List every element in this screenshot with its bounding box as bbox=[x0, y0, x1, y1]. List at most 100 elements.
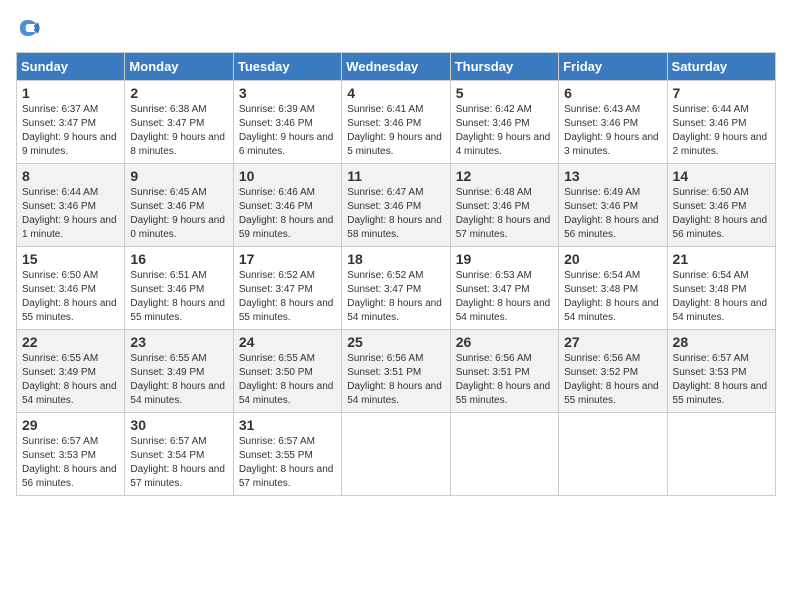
day-number: 3 bbox=[239, 85, 336, 101]
day-info: Sunrise: 6:52 AM Sunset: 3:47 PM Dayligh… bbox=[239, 269, 336, 325]
calendar-cell: 10 Sunrise: 6:46 AM Sunset: 3:46 PM Dayl… bbox=[233, 164, 341, 247]
day-info: Sunrise: 6:43 AM Sunset: 3:46 PM Dayligh… bbox=[564, 103, 661, 159]
day-number: 25 bbox=[347, 334, 444, 350]
page-header bbox=[16, 16, 776, 40]
day-info: Sunrise: 6:48 AM Sunset: 3:46 PM Dayligh… bbox=[456, 186, 553, 242]
calendar-cell: 13 Sunrise: 6:49 AM Sunset: 3:46 PM Dayl… bbox=[559, 164, 667, 247]
calendar-cell: 18 Sunrise: 6:52 AM Sunset: 3:47 PM Dayl… bbox=[342, 247, 450, 330]
calendar-cell: 11 Sunrise: 6:47 AM Sunset: 3:46 PM Dayl… bbox=[342, 164, 450, 247]
weekday-header-monday: Monday bbox=[125, 53, 233, 81]
calendar-cell: 16 Sunrise: 6:51 AM Sunset: 3:46 PM Dayl… bbox=[125, 247, 233, 330]
calendar-cell: 7 Sunrise: 6:44 AM Sunset: 3:46 PM Dayli… bbox=[667, 81, 775, 164]
day-number: 12 bbox=[456, 168, 553, 184]
day-info: Sunrise: 6:37 AM Sunset: 3:47 PM Dayligh… bbox=[22, 103, 119, 159]
day-number: 30 bbox=[130, 417, 227, 433]
calendar-cell bbox=[559, 413, 667, 496]
day-info: Sunrise: 6:57 AM Sunset: 3:54 PM Dayligh… bbox=[130, 435, 227, 491]
calendar-cell: 28 Sunrise: 6:57 AM Sunset: 3:53 PM Dayl… bbox=[667, 330, 775, 413]
day-info: Sunrise: 6:47 AM Sunset: 3:46 PM Dayligh… bbox=[347, 186, 444, 242]
calendar-cell bbox=[342, 413, 450, 496]
weekday-header-thursday: Thursday bbox=[450, 53, 558, 81]
calendar-cell: 5 Sunrise: 6:42 AM Sunset: 3:46 PM Dayli… bbox=[450, 81, 558, 164]
calendar-week-row: 1 Sunrise: 6:37 AM Sunset: 3:47 PM Dayli… bbox=[17, 81, 776, 164]
day-info: Sunrise: 6:56 AM Sunset: 3:51 PM Dayligh… bbox=[456, 352, 553, 408]
day-info: Sunrise: 6:44 AM Sunset: 3:46 PM Dayligh… bbox=[673, 103, 770, 159]
calendar-cell: 29 Sunrise: 6:57 AM Sunset: 3:53 PM Dayl… bbox=[17, 413, 125, 496]
day-info: Sunrise: 6:46 AM Sunset: 3:46 PM Dayligh… bbox=[239, 186, 336, 242]
day-info: Sunrise: 6:55 AM Sunset: 3:50 PM Dayligh… bbox=[239, 352, 336, 408]
calendar-cell bbox=[667, 413, 775, 496]
calendar-week-row: 22 Sunrise: 6:55 AM Sunset: 3:49 PM Dayl… bbox=[17, 330, 776, 413]
day-number: 13 bbox=[564, 168, 661, 184]
day-number: 1 bbox=[22, 85, 119, 101]
calendar-cell: 23 Sunrise: 6:55 AM Sunset: 3:49 PM Dayl… bbox=[125, 330, 233, 413]
calendar-table: SundayMondayTuesdayWednesdayThursdayFrid… bbox=[16, 52, 776, 496]
calendar-cell: 25 Sunrise: 6:56 AM Sunset: 3:51 PM Dayl… bbox=[342, 330, 450, 413]
day-number: 4 bbox=[347, 85, 444, 101]
day-number: 2 bbox=[130, 85, 227, 101]
day-number: 21 bbox=[673, 251, 770, 267]
weekday-header-friday: Friday bbox=[559, 53, 667, 81]
calendar-cell: 17 Sunrise: 6:52 AM Sunset: 3:47 PM Dayl… bbox=[233, 247, 341, 330]
calendar-cell: 6 Sunrise: 6:43 AM Sunset: 3:46 PM Dayli… bbox=[559, 81, 667, 164]
day-info: Sunrise: 6:56 AM Sunset: 3:51 PM Dayligh… bbox=[347, 352, 444, 408]
calendar-cell: 26 Sunrise: 6:56 AM Sunset: 3:51 PM Dayl… bbox=[450, 330, 558, 413]
day-number: 24 bbox=[239, 334, 336, 350]
day-number: 17 bbox=[239, 251, 336, 267]
calendar-cell: 4 Sunrise: 6:41 AM Sunset: 3:46 PM Dayli… bbox=[342, 81, 450, 164]
day-info: Sunrise: 6:55 AM Sunset: 3:49 PM Dayligh… bbox=[22, 352, 119, 408]
weekday-header-saturday: Saturday bbox=[667, 53, 775, 81]
day-number: 16 bbox=[130, 251, 227, 267]
day-info: Sunrise: 6:39 AM Sunset: 3:46 PM Dayligh… bbox=[239, 103, 336, 159]
calendar-week-row: 15 Sunrise: 6:50 AM Sunset: 3:46 PM Dayl… bbox=[17, 247, 776, 330]
day-info: Sunrise: 6:56 AM Sunset: 3:52 PM Dayligh… bbox=[564, 352, 661, 408]
day-number: 9 bbox=[130, 168, 227, 184]
day-info: Sunrise: 6:51 AM Sunset: 3:46 PM Dayligh… bbox=[130, 269, 227, 325]
day-info: Sunrise: 6:42 AM Sunset: 3:46 PM Dayligh… bbox=[456, 103, 553, 159]
calendar-cell: 20 Sunrise: 6:54 AM Sunset: 3:48 PM Dayl… bbox=[559, 247, 667, 330]
calendar-cell: 12 Sunrise: 6:48 AM Sunset: 3:46 PM Dayl… bbox=[450, 164, 558, 247]
weekday-header-sunday: Sunday bbox=[17, 53, 125, 81]
weekday-header-wednesday: Wednesday bbox=[342, 53, 450, 81]
calendar-cell: 3 Sunrise: 6:39 AM Sunset: 3:46 PM Dayli… bbox=[233, 81, 341, 164]
logo-icon bbox=[16, 16, 40, 40]
day-number: 6 bbox=[564, 85, 661, 101]
calendar-cell: 22 Sunrise: 6:55 AM Sunset: 3:49 PM Dayl… bbox=[17, 330, 125, 413]
day-number: 5 bbox=[456, 85, 553, 101]
day-info: Sunrise: 6:54 AM Sunset: 3:48 PM Dayligh… bbox=[673, 269, 770, 325]
calendar-cell: 24 Sunrise: 6:55 AM Sunset: 3:50 PM Dayl… bbox=[233, 330, 341, 413]
day-info: Sunrise: 6:57 AM Sunset: 3:53 PM Dayligh… bbox=[22, 435, 119, 491]
calendar-cell: 9 Sunrise: 6:45 AM Sunset: 3:46 PM Dayli… bbox=[125, 164, 233, 247]
day-number: 11 bbox=[347, 168, 444, 184]
day-info: Sunrise: 6:41 AM Sunset: 3:46 PM Dayligh… bbox=[347, 103, 444, 159]
calendar-cell: 2 Sunrise: 6:38 AM Sunset: 3:47 PM Dayli… bbox=[125, 81, 233, 164]
day-number: 20 bbox=[564, 251, 661, 267]
day-number: 8 bbox=[22, 168, 119, 184]
calendar-week-row: 8 Sunrise: 6:44 AM Sunset: 3:46 PM Dayli… bbox=[17, 164, 776, 247]
weekday-header-tuesday: Tuesday bbox=[233, 53, 341, 81]
day-number: 28 bbox=[673, 334, 770, 350]
day-number: 14 bbox=[673, 168, 770, 184]
day-info: Sunrise: 6:50 AM Sunset: 3:46 PM Dayligh… bbox=[673, 186, 770, 242]
day-number: 23 bbox=[130, 334, 227, 350]
calendar-cell: 19 Sunrise: 6:53 AM Sunset: 3:47 PM Dayl… bbox=[450, 247, 558, 330]
day-info: Sunrise: 6:50 AM Sunset: 3:46 PM Dayligh… bbox=[22, 269, 119, 325]
calendar-cell: 30 Sunrise: 6:57 AM Sunset: 3:54 PM Dayl… bbox=[125, 413, 233, 496]
calendar-cell: 14 Sunrise: 6:50 AM Sunset: 3:46 PM Dayl… bbox=[667, 164, 775, 247]
day-number: 15 bbox=[22, 251, 119, 267]
logo bbox=[16, 16, 44, 40]
day-number: 22 bbox=[22, 334, 119, 350]
day-info: Sunrise: 6:49 AM Sunset: 3:46 PM Dayligh… bbox=[564, 186, 661, 242]
weekday-header-row: SundayMondayTuesdayWednesdayThursdayFrid… bbox=[17, 53, 776, 81]
calendar-cell: 15 Sunrise: 6:50 AM Sunset: 3:46 PM Dayl… bbox=[17, 247, 125, 330]
day-info: Sunrise: 6:57 AM Sunset: 3:53 PM Dayligh… bbox=[673, 352, 770, 408]
day-number: 10 bbox=[239, 168, 336, 184]
day-info: Sunrise: 6:45 AM Sunset: 3:46 PM Dayligh… bbox=[130, 186, 227, 242]
day-number: 19 bbox=[456, 251, 553, 267]
calendar-cell: 1 Sunrise: 6:37 AM Sunset: 3:47 PM Dayli… bbox=[17, 81, 125, 164]
calendar-cell: 21 Sunrise: 6:54 AM Sunset: 3:48 PM Dayl… bbox=[667, 247, 775, 330]
day-info: Sunrise: 6:54 AM Sunset: 3:48 PM Dayligh… bbox=[564, 269, 661, 325]
day-info: Sunrise: 6:52 AM Sunset: 3:47 PM Dayligh… bbox=[347, 269, 444, 325]
calendar-week-row: 29 Sunrise: 6:57 AM Sunset: 3:53 PM Dayl… bbox=[17, 413, 776, 496]
day-info: Sunrise: 6:57 AM Sunset: 3:55 PM Dayligh… bbox=[239, 435, 336, 491]
